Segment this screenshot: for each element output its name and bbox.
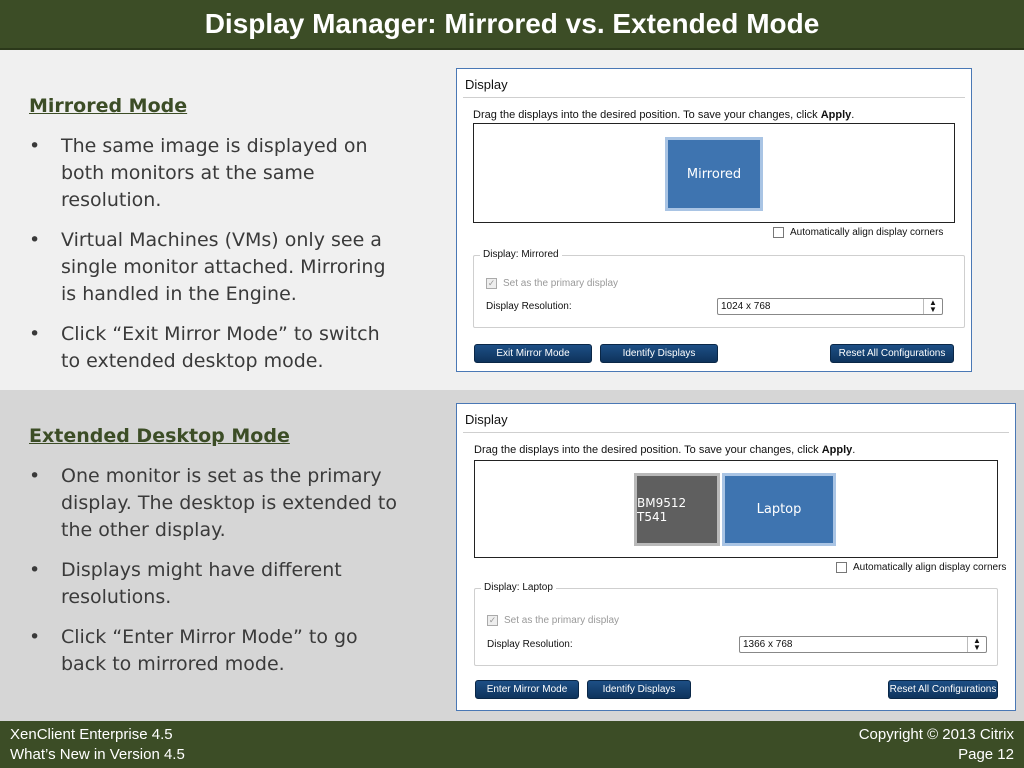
display-dialog-mirrored: Display Drag the displays into the desir… [456, 68, 972, 372]
footer-page-number: Page 12 [958, 746, 1014, 763]
primary-display-checkbox: ✓ [487, 615, 498, 626]
monitor-external[interactable]: BM9512 T541 [634, 473, 720, 546]
resolution-label: Display Resolution: [486, 301, 572, 312]
primary-display-option: ✓ Set as the primary display [486, 278, 618, 289]
align-corners-option[interactable]: Automatically align display corners [836, 562, 1006, 573]
footer-product: XenClient Enterprise 4.5 [10, 726, 173, 743]
resolution-select[interactable]: 1366 x 768 ▲ ▼ [739, 636, 987, 653]
dialog-instructions: Drag the displays into the desired posit… [473, 109, 855, 121]
footer-subtitle: What’s New in Version 4.5 [10, 746, 185, 763]
footer-right: Copyright © 2013 Citrix Page 12 [859, 725, 1014, 765]
display-arrangement-canvas[interactable]: BM9512 T541 Laptop [474, 460, 998, 558]
identify-displays-button[interactable]: Identify Displays [600, 344, 718, 363]
divider [463, 97, 965, 98]
dialog-instructions: Drag the displays into the desired posit… [474, 444, 856, 456]
resolution-select[interactable]: 1024 x 768 ▲ ▼ [717, 298, 943, 315]
primary-display-label: Set as the primary display [504, 615, 620, 626]
enter-mirror-mode-button[interactable]: Enter Mirror Mode [475, 680, 579, 699]
align-corners-label: Automatically align display corners [853, 562, 1007, 573]
mirrored-heading: Mirrored Mode [29, 95, 188, 117]
list-item: • Displays might have different resoluti… [29, 559, 342, 608]
group-legend: Display: Mirrored [480, 249, 562, 260]
primary-display-label: Set as the primary display [503, 278, 619, 289]
extended-heading: Extended Desktop Mode [29, 425, 290, 447]
extended-panel: Extended Desktop Mode • One monitor is se… [0, 390, 1024, 721]
updown-arrow-icon: ▲ ▼ [967, 637, 986, 652]
reset-configurations-button[interactable]: Reset All Configurations [830, 344, 954, 363]
list-item: • Virtual Machines (VMs) only see a singl… [29, 229, 386, 305]
list-item: • One monitor is set as the primary displ… [29, 465, 397, 541]
list-item: • The same image is displayed on both mon… [29, 135, 368, 211]
updown-arrow-icon: ▲ ▼ [923, 299, 942, 314]
mirrored-panel: Mirrored Mode • The same image is display… [0, 50, 1024, 390]
exit-mirror-mode-button[interactable]: Exit Mirror Mode [474, 344, 592, 363]
identify-displays-button[interactable]: Identify Displays [587, 680, 691, 699]
slide-footer: XenClient Enterprise 4.5 What’s New in V… [0, 721, 1024, 768]
reset-configurations-button[interactable]: Reset All Configurations [888, 680, 998, 699]
primary-display-checkbox: ✓ [486, 278, 497, 289]
resolution-label: Display Resolution: [487, 639, 573, 650]
mirrored-bullet-list: • The same image is displayed on both mon… [29, 133, 399, 388]
primary-display-option: ✓ Set as the primary display [487, 615, 619, 626]
align-corners-checkbox[interactable] [836, 562, 847, 573]
dialog-title: Display [465, 77, 508, 92]
divider [463, 432, 1009, 433]
display-settings-group: Display: Laptop ✓ Set as the primary dis… [474, 582, 998, 666]
footer-copyright: Copyright © 2013 Citrix [858, 726, 1014, 743]
slide-title: Display Manager: Mirrored vs. Extended M… [204, 8, 820, 39]
list-item: • Click “Enter Mirror Mode” to go back to… [29, 626, 358, 675]
dialog-title: Display [465, 412, 508, 427]
monitor-laptop[interactable]: Laptop [722, 473, 836, 546]
align-corners-label: Automatically align display corners [790, 227, 944, 238]
list-item: • Click “Exit Mirror Mode” to switch to e… [29, 323, 380, 372]
extended-bullet-list: • One monitor is set as the primary displ… [29, 463, 399, 691]
footer-left: XenClient Enterprise 4.5 What’s New in V… [10, 725, 185, 765]
display-dialog-extended: Display Drag the displays into the desir… [456, 403, 1016, 711]
monitor-mirrored[interactable]: Mirrored [665, 137, 763, 211]
display-arrangement-canvas[interactable]: Mirrored [473, 123, 955, 223]
align-corners-checkbox[interactable] [773, 227, 784, 238]
align-corners-option[interactable]: Automatically align display corners [773, 227, 943, 238]
display-settings-group: Display: Mirrored ✓ Set as the primary d… [473, 249, 965, 328]
group-legend: Display: Laptop [481, 582, 556, 593]
slide-header: Display Manager: Mirrored vs. Extended M… [0, 0, 1024, 50]
